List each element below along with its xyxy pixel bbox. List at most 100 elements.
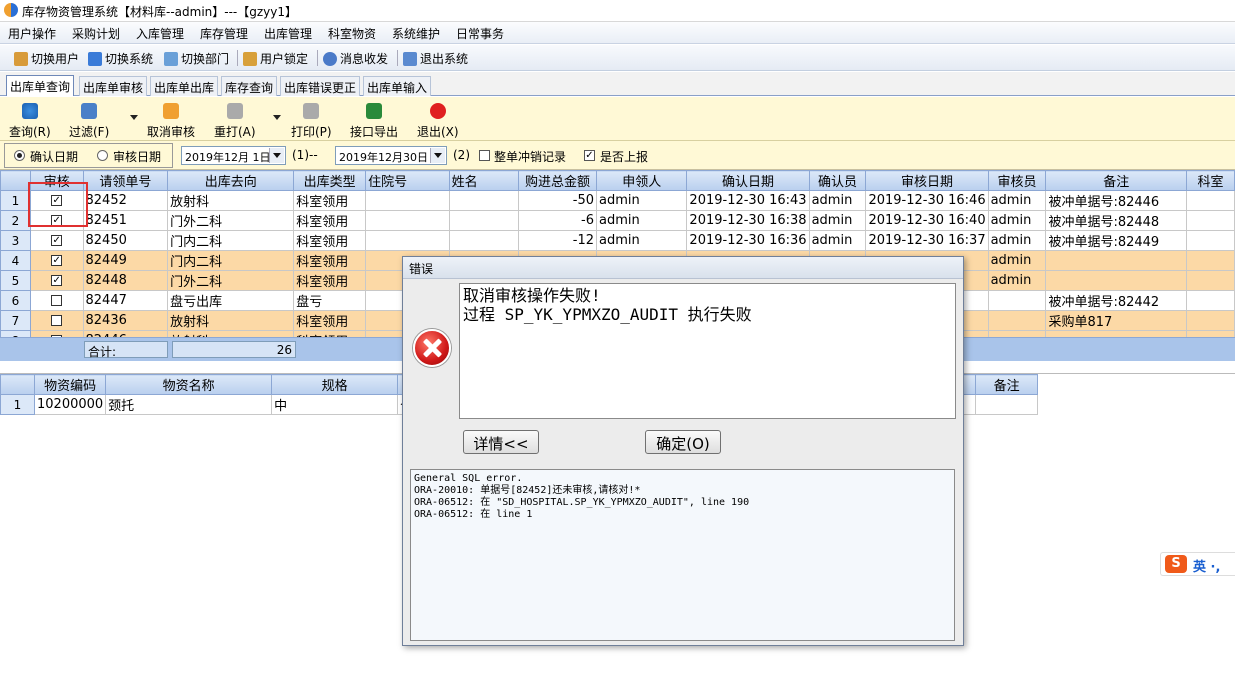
reprint-button[interactable]: 重打(A) bbox=[214, 103, 256, 140]
reprint-dropdown-icon[interactable] bbox=[273, 115, 281, 120]
menu-inventory[interactable]: 库存管理 bbox=[200, 25, 248, 42]
audit-cell[interactable] bbox=[29, 290, 84, 311]
col-header[interactable]: 确认员 bbox=[808, 170, 867, 191]
cell-adate[interactable]: 2019-12-30 16:37 bbox=[865, 230, 989, 251]
cell-no[interactable]: 82447 bbox=[82, 290, 169, 311]
tab-outbound-correct[interactable]: 出库错误更正 bbox=[280, 76, 361, 96]
table-row[interactable]: 2 ✓ 82451 门外二科 科室领用 -6 admin 2019-12-30 16:38 ad… bbox=[0, 210, 1235, 231]
audit-checkbox[interactable] bbox=[51, 295, 63, 306]
cell-type[interactable]: 科室领用 bbox=[293, 250, 367, 271]
exit-button[interactable]: 退出(X) bbox=[417, 103, 459, 140]
table-row[interactable]: 3 ✓ 82450 门内二科 科室领用 -12 admin 2019-12-30 16:36 a… bbox=[0, 230, 1235, 251]
cancel-audit-button[interactable]: 取消审核 bbox=[147, 103, 195, 140]
col-header[interactable]: 科室 bbox=[1186, 170, 1235, 191]
audit-cell[interactable]: ✓ bbox=[29, 230, 84, 251]
whole-cancel-checkbox[interactable] bbox=[479, 150, 490, 161]
chevron-down-icon[interactable] bbox=[269, 148, 284, 163]
cell-auser[interactable] bbox=[987, 290, 1047, 311]
table-row[interactable]: 1 ✓ 82452 放射科 科室领用 -50 admin 2019-12-30 16:43 ad… bbox=[0, 190, 1235, 211]
switch-dept-button[interactable]: 切换部门 bbox=[164, 50, 229, 67]
cell-dest[interactable]: 放射科 bbox=[167, 310, 295, 331]
menu-inbound[interactable]: 入库管理 bbox=[136, 25, 184, 42]
exit-system-button[interactable]: 退出系统 bbox=[403, 50, 468, 67]
filter-button[interactable]: 过滤(F) bbox=[69, 103, 109, 140]
ok-button[interactable]: 确定(O) bbox=[645, 430, 721, 454]
col-header[interactable]: 审核员 bbox=[987, 170, 1047, 191]
col-header[interactable]: 住院号 bbox=[365, 170, 450, 191]
cell-auser[interactable]: admin bbox=[987, 190, 1047, 211]
cell-note[interactable] bbox=[1045, 250, 1188, 271]
cell-dept[interactable] bbox=[1186, 230, 1235, 251]
cell-name[interactable] bbox=[448, 230, 520, 251]
cell-note[interactable] bbox=[975, 394, 1039, 415]
cell-req[interactable]: admin bbox=[595, 230, 688, 251]
col-header[interactable]: 请领单号 bbox=[82, 170, 169, 191]
ime-toolbar[interactable]: S 英 ·, bbox=[1160, 552, 1235, 576]
cell-dest[interactable]: 门内二科 bbox=[167, 230, 295, 251]
col-header[interactable]: 备注 bbox=[1045, 170, 1188, 191]
menu-dept-goods[interactable]: 科室物资 bbox=[328, 25, 376, 42]
export-button[interactable]: 接口导出 bbox=[350, 103, 398, 140]
audit-cell[interactable] bbox=[29, 310, 84, 331]
cell-note[interactable]: 被冲单据号:82449 bbox=[1045, 230, 1188, 251]
cell-no[interactable]: 82449 bbox=[82, 250, 169, 271]
cell-name[interactable]: 颈托 bbox=[105, 394, 273, 415]
col-header[interactable]: 出库去向 bbox=[167, 170, 295, 191]
cell-amt[interactable]: -6 bbox=[518, 210, 597, 231]
menu-daily[interactable]: 日常事务 bbox=[456, 25, 504, 42]
cell-type[interactable]: 盘亏 bbox=[293, 290, 367, 311]
audit-checkbox[interactable]: ✓ bbox=[51, 255, 63, 266]
cell-note[interactable]: 采购单817 bbox=[1045, 310, 1188, 331]
cell-zy[interactable] bbox=[365, 190, 450, 211]
query-button[interactable]: 查询(R) bbox=[9, 103, 51, 140]
user-lock-button[interactable]: 用户锁定 bbox=[243, 50, 308, 67]
cell-no[interactable]: 82450 bbox=[82, 230, 169, 251]
cell-note[interactable]: 被冲单据号:82446 bbox=[1045, 190, 1188, 211]
tab-stock-query[interactable]: 库存查询 bbox=[221, 76, 278, 96]
tab-outbound-query[interactable]: 出库单查询 bbox=[6, 75, 75, 96]
cell-zy[interactable] bbox=[365, 230, 450, 251]
message-button[interactable]: 消息收发 bbox=[323, 50, 388, 67]
cell-dept[interactable] bbox=[1186, 270, 1235, 291]
cell-cuser[interactable]: admin bbox=[808, 230, 867, 251]
cell-dest[interactable]: 门外二科 bbox=[167, 270, 295, 291]
cell-note[interactable]: 被冲单据号:82448 bbox=[1045, 210, 1188, 231]
cell-no[interactable]: 82448 bbox=[82, 270, 169, 291]
cell-auser[interactable]: admin bbox=[987, 210, 1047, 231]
confirm-date-radio[interactable] bbox=[14, 150, 25, 161]
cell-dest[interactable]: 门外二科 bbox=[167, 210, 295, 231]
col-header[interactable]: 出库类型 bbox=[293, 170, 367, 191]
cell-req[interactable]: admin bbox=[595, 190, 688, 211]
cell-no[interactable]: 82436 bbox=[82, 310, 169, 331]
cell-cdate[interactable]: 2019-12-30 16:36 bbox=[686, 230, 810, 251]
chevron-down-icon[interactable] bbox=[430, 148, 445, 163]
cell-type[interactable]: 科室领用 bbox=[293, 230, 367, 251]
menu-purchase-plan[interactable]: 采购计划 bbox=[72, 25, 120, 42]
cell-dept[interactable] bbox=[1186, 290, 1235, 311]
cell-adate[interactable]: 2019-12-30 16:46 bbox=[865, 190, 989, 211]
col-header[interactable]: 规格 bbox=[271, 374, 399, 395]
cell-zy[interactable] bbox=[365, 210, 450, 231]
cell-auser[interactable] bbox=[987, 310, 1047, 331]
audit-cell[interactable]: ✓ bbox=[29, 250, 84, 271]
cell-no[interactable]: 82452 bbox=[82, 190, 169, 211]
cell-auser[interactable]: admin bbox=[987, 250, 1047, 271]
ime-lang[interactable]: 英 ·, bbox=[1193, 556, 1220, 575]
cell-note[interactable] bbox=[1045, 270, 1188, 291]
tab-outbound-issue[interactable]: 出库单出库 bbox=[150, 76, 219, 96]
cell-auser[interactable]: admin bbox=[987, 230, 1047, 251]
print-button[interactable]: 打印(P) bbox=[291, 103, 332, 140]
cell-dept[interactable] bbox=[1186, 250, 1235, 271]
audit-checkbox[interactable]: ✓ bbox=[51, 275, 63, 286]
cell-type[interactable]: 科室领用 bbox=[293, 310, 367, 331]
cell-type[interactable]: 科室领用 bbox=[293, 270, 367, 291]
date-from-picker[interactable]: 2019年12月 1日 bbox=[181, 146, 286, 165]
cell-type[interactable]: 科室领用 bbox=[293, 210, 367, 231]
menu-user[interactable]: 用户操作 bbox=[8, 25, 56, 42]
cell-req[interactable]: admin bbox=[595, 210, 688, 231]
cell-amt[interactable]: -12 bbox=[518, 230, 597, 251]
cell-cdate[interactable]: 2019-12-30 16:38 bbox=[686, 210, 810, 231]
col-header[interactable]: 物资编码 bbox=[33, 374, 107, 395]
cell-amt[interactable]: -50 bbox=[518, 190, 597, 211]
detail-button[interactable]: 详情<< bbox=[463, 430, 539, 454]
